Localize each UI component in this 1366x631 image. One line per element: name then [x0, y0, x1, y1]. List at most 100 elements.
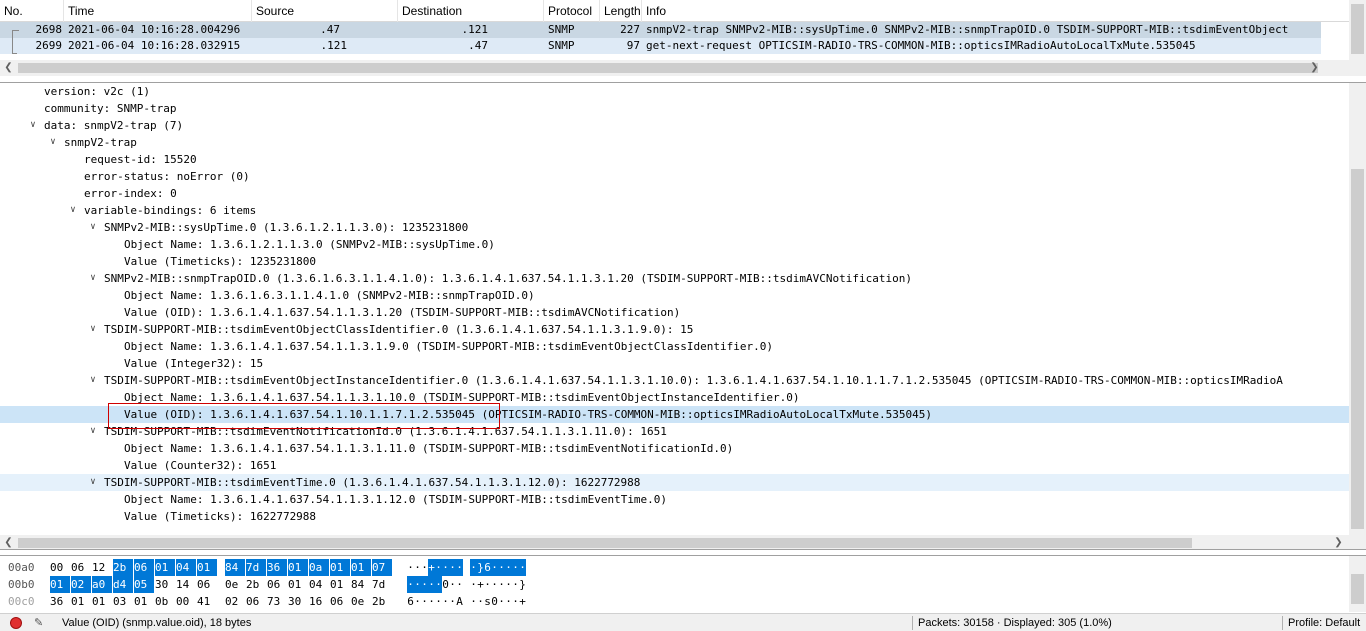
packet-details-tree[interactable]: version: v2c (1) community: SNMP-trap ∨ dat…	[0, 82, 1366, 550]
ascii-char[interactable]: A	[456, 593, 463, 610]
hex-byte[interactable]: 0e	[351, 593, 371, 610]
packet-row[interactable]: 2699 2021-06-04 10:16:28.032915 .121 .47…	[0, 38, 1321, 54]
hex-byte[interactable]: 2b	[246, 576, 266, 593]
ascii-char[interactable]: s	[484, 593, 491, 610]
tree-item[interactable]: Value (Timeticks): 1622772988	[0, 508, 1349, 525]
scrollbar-thumb[interactable]	[1351, 574, 1364, 604]
hex-byte[interactable]: 2b	[113, 559, 133, 576]
ascii-char[interactable]: ·	[407, 576, 414, 593]
column-header-no[interactable]: No.	[0, 0, 64, 22]
tree-item[interactable]: Object Name: 1.3.6.1.2.1.1.3.0 (SNMPv2-M…	[0, 236, 1349, 253]
hex-byte[interactable]: 06	[71, 559, 91, 576]
hex-byte[interactable]: 02	[225, 593, 245, 610]
hex-byte[interactable]: 06	[197, 576, 217, 593]
ascii-char[interactable]: ·	[498, 559, 505, 576]
hex-byte[interactable]: d4	[113, 576, 133, 593]
expert-info-icon[interactable]	[10, 617, 22, 629]
expand-toggle-icon[interactable]: ∨	[88, 270, 98, 287]
ascii-char[interactable]: ·	[505, 576, 512, 593]
hex-byte[interactable]: 30	[155, 576, 175, 593]
ascii-char[interactable]: ·	[470, 576, 477, 593]
ascii-char[interactable]: ·	[512, 559, 519, 576]
scroll-right-icon[interactable]: ❯	[1330, 535, 1347, 549]
column-header-source[interactable]: Source	[252, 0, 398, 22]
tree-item[interactable]: error-status: noError (0)	[0, 168, 1349, 185]
tree-item[interactable]: Value (Integer32): 15	[0, 355, 1349, 372]
hex-byte[interactable]: 01	[134, 593, 154, 610]
scrollbar-thumb[interactable]	[18, 63, 1318, 73]
hex-byte[interactable]: 04	[176, 559, 196, 576]
expand-toggle-icon[interactable]: ∨	[28, 117, 38, 134]
packet-list-vertical-scrollbar[interactable]	[1349, 0, 1366, 60]
packet-list[interactable]: No. Time Source Destination Protocol Len…	[0, 0, 1366, 76]
hex-byte[interactable]: 0a	[309, 559, 329, 576]
hex-byte[interactable]: a0	[92, 576, 112, 593]
ascii-char[interactable]: ·	[435, 593, 442, 610]
ascii-char[interactable]: +	[477, 576, 484, 593]
ascii-char[interactable]: ·	[456, 559, 463, 576]
hex-byte[interactable]: 07	[372, 559, 392, 576]
ascii-char[interactable]: ·	[414, 559, 421, 576]
tree-item[interactable]: Object Name: 1.3.6.1.4.1.637.54.1.1.3.1.…	[0, 338, 1349, 355]
scrollbar-thumb[interactable]	[1351, 4, 1364, 54]
hex-byte[interactable]: 84	[351, 576, 371, 593]
scroll-left-icon[interactable]: ❮	[0, 535, 17, 549]
ascii-char[interactable]: ·	[498, 593, 505, 610]
hex-byte[interactable]: 05	[134, 576, 154, 593]
hex-byte[interactable]: 04	[309, 576, 329, 593]
tree-item[interactable]: Value (Counter32): 1651	[0, 457, 1349, 474]
ascii-char[interactable]: ·	[505, 593, 512, 610]
expand-toggle-icon[interactable]: ∨	[88, 321, 98, 338]
tree-item[interactable]: Object Name: 1.3.6.1.4.1.637.54.1.1.3.1.…	[0, 491, 1349, 508]
ascii-char[interactable]: ·	[442, 593, 449, 610]
ascii-char[interactable]: }	[519, 576, 526, 593]
ascii-char[interactable]: ·	[498, 576, 505, 593]
column-header-length[interactable]: Length	[600, 0, 642, 22]
hex-byte[interactable]: 7d	[246, 559, 266, 576]
hex-byte[interactable]: 06	[134, 559, 154, 576]
ascii-char[interactable]: ·	[519, 559, 526, 576]
edit-comment-icon[interactable]: ✎	[34, 614, 43, 631]
ascii-char[interactable]: ·	[421, 593, 428, 610]
column-header-protocol[interactable]: Protocol	[544, 0, 600, 22]
hex-byte[interactable]: 01	[92, 593, 112, 610]
hex-byte[interactable]: 14	[176, 576, 196, 593]
ascii-char[interactable]: 6	[484, 559, 491, 576]
hex-byte[interactable]: 84	[225, 559, 245, 576]
scroll-left-icon[interactable]: ❮	[0, 60, 17, 76]
ascii-char[interactable]: ·	[477, 593, 484, 610]
hex-byte[interactable]: 7d	[372, 576, 392, 593]
profile-text[interactable]: Profile: Default	[1288, 614, 1360, 631]
tree-item[interactable]: ∨ TSDIM-SUPPORT-MIB::tsdimEventObjectInst…	[0, 372, 1349, 389]
ascii-char[interactable]: ·	[512, 593, 519, 610]
expand-toggle-icon[interactable]: ∨	[88, 474, 98, 491]
ascii-char[interactable]: ·	[414, 576, 421, 593]
ascii-char[interactable]: ·	[435, 559, 442, 576]
tree-item[interactable]: ∨ data: snmpV2-trap (7)	[0, 117, 1349, 134]
ascii-char[interactable]: ·	[470, 559, 477, 576]
tree-item[interactable]: Value (OID): 1.3.6.1.4.1.637.54.1.1.3.1.…	[0, 304, 1349, 321]
tree-item[interactable]: ∨ SNMPv2-MIB::sysUpTime.0 (1.3.6.1.2.1.1.…	[0, 219, 1349, 236]
hex-byte[interactable]: 01	[197, 559, 217, 576]
ascii-char[interactable]: ·	[428, 593, 435, 610]
ascii-char[interactable]: ·	[428, 576, 435, 593]
tree-item[interactable]: ∨ TSDIM-SUPPORT-MIB::tsdimEventObjectClas…	[0, 321, 1349, 338]
hex-byte[interactable]: 01	[351, 559, 371, 576]
ascii-char[interactable]: }	[477, 559, 484, 576]
ascii-char[interactable]: ·	[512, 576, 519, 593]
ascii-char[interactable]: ·	[449, 576, 456, 593]
hex-byte[interactable]: 12	[92, 559, 112, 576]
hex-byte[interactable]: 00	[176, 593, 196, 610]
hex-byte[interactable]: 41	[197, 593, 217, 610]
hex-byte[interactable]: 30	[288, 593, 308, 610]
details-horizontal-scrollbar[interactable]: ❮ ❯	[0, 535, 1366, 549]
column-header-info[interactable]: Info	[642, 0, 1349, 22]
hex-byte[interactable]: 01	[330, 559, 350, 576]
hex-byte[interactable]: 06	[246, 593, 266, 610]
hex-byte[interactable]: 02	[71, 576, 91, 593]
hex-byte[interactable]: 00	[50, 559, 70, 576]
ascii-char[interactable]: ·	[491, 576, 498, 593]
expand-toggle-icon[interactable]: ∨	[88, 372, 98, 389]
tree-item[interactable]: Value (OID): 1.3.6.1.4.1.637.54.1.10.1.1…	[0, 406, 1349, 423]
expand-toggle-icon[interactable]: ∨	[88, 219, 98, 236]
